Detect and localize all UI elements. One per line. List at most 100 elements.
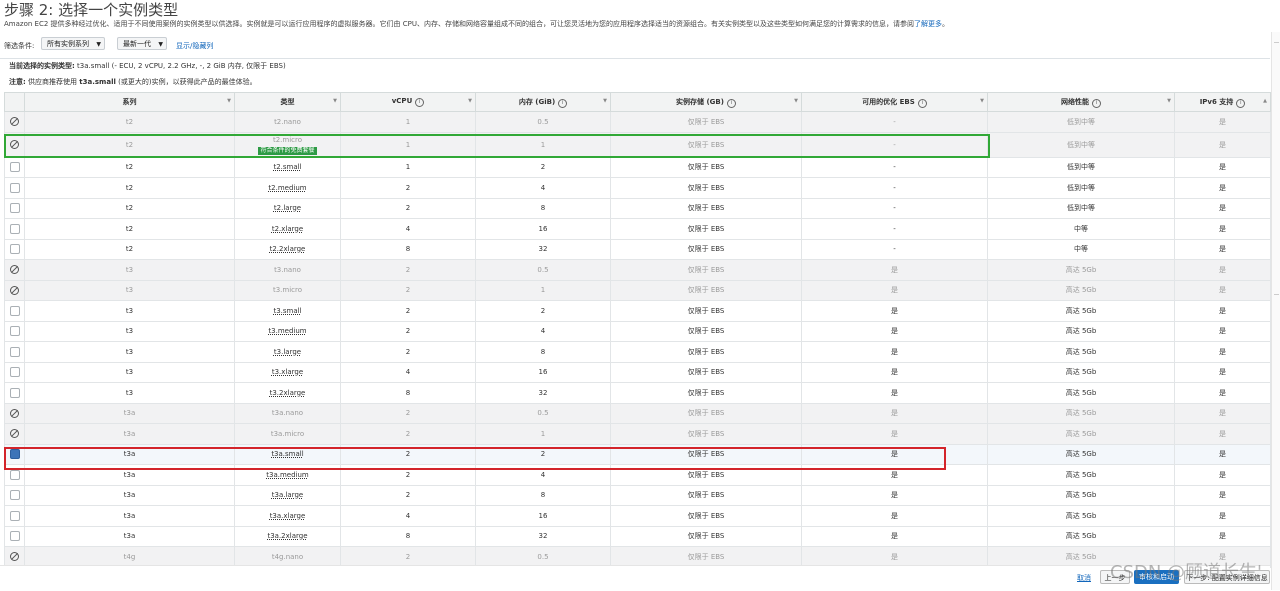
row-selector[interactable] (4, 218, 25, 240)
cell-memory: 16 (475, 361, 611, 383)
row-checkbox[interactable] (9, 469, 20, 480)
table-row[interactable]: t3 t3.large 2 8 仅限于 EBS 是高达 5Gb 是 (4, 341, 1271, 363)
cell-ipv6: 是 (1174, 443, 1271, 465)
row-checkbox[interactable] (9, 510, 20, 521)
column-header-network[interactable]: 网络性能 i ▼ (987, 92, 1175, 112)
table-row[interactable]: t2 t2.xlarge 4 16 仅限于 EBS - 中等是 (4, 218, 1271, 240)
row-selector[interactable] (4, 156, 25, 178)
cell-type: t4g.nano (234, 546, 341, 568)
cell-ipv6: 是 (1174, 320, 1271, 342)
row-checkbox[interactable] (9, 367, 20, 378)
cell-ipv6: 是 (1174, 279, 1271, 301)
row-checkbox[interactable] (9, 326, 20, 337)
description-tail: 。 (941, 20, 949, 28)
row-checkbox[interactable] (9, 182, 20, 193)
cell-ebs: 是 (801, 525, 988, 547)
row-checkbox[interactable] (9, 449, 20, 460)
row-checkbox[interactable] (9, 244, 20, 255)
info-icon[interactable]: i (558, 98, 568, 108)
info-icon[interactable]: i (1236, 98, 1246, 108)
sort-icon: ▲ (1263, 98, 1267, 104)
column-header-memory[interactable]: 内存 (GiB) i ▼ (475, 92, 611, 112)
cell-network: 低到中等 (987, 177, 1175, 199)
info-icon[interactable]: i (1092, 98, 1101, 108)
table-row[interactable]: t3 t3.small 2 2 仅限于 EBS 是高达 5Gb 是 (4, 300, 1271, 322)
row-selector[interactable] (4, 177, 25, 199)
table-row[interactable]: t3a t3a.xlarge 4 16 仅限于 EBS 是高达 5Gb 是 (4, 505, 1271, 527)
row-checkbox[interactable] (9, 305, 20, 316)
cell-storage: 仅限于 EBS (610, 361, 802, 383)
row-selector[interactable] (4, 320, 25, 342)
cell-ipv6: 是 (1174, 341, 1271, 363)
row-selector[interactable] (4, 443, 25, 465)
row-selector[interactable] (4, 525, 25, 547)
unavailable-icon (10, 140, 19, 149)
row-selector[interactable] (4, 382, 25, 404)
cell-type: t3.medium (234, 320, 341, 342)
column-header-storage[interactable]: 实例存储 (GB) i ▼ (610, 92, 802, 112)
row-checkbox[interactable] (9, 387, 20, 398)
row-checkbox[interactable] (9, 490, 20, 501)
row-selector[interactable] (4, 361, 25, 383)
generation-filter-select[interactable]: 最新一代 ▼ (117, 37, 167, 50)
row-selector[interactable] (4, 300, 25, 322)
table-row[interactable]: t3 t3.2xlarge 8 32 仅限于 EBS 是高达 5Gb 是 (4, 382, 1271, 404)
cell-family: t3 (24, 341, 235, 363)
table-row[interactable]: t3 t3.medium 2 4 仅限于 EBS 是高达 5Gb 是 (4, 320, 1271, 342)
info-icon[interactable]: i (726, 98, 736, 108)
row-selector[interactable] (4, 464, 25, 486)
table-row[interactable]: t2 t2.small 1 2 仅限于 EBS - 低到中等是 (4, 156, 1271, 178)
column-header-type[interactable]: 类型 ▼ (234, 92, 341, 112)
row-checkbox[interactable] (9, 203, 20, 214)
cancel-link[interactable]: 取消 (1077, 573, 1091, 583)
info-icon[interactable]: i (415, 98, 425, 107)
column-header-ipv6[interactable]: IPv6 支持 i ▲ (1174, 92, 1271, 112)
vertical-scrollbar[interactable] (1271, 32, 1280, 590)
cell-ebs: 是 (801, 259, 988, 281)
cell-memory: 4 (475, 177, 611, 199)
row-checkbox[interactable] (9, 223, 20, 234)
cell-memory: 8 (475, 484, 611, 506)
row-selector[interactable] (4, 505, 25, 527)
table-row: t3 t3.micro 2 1 仅限于 EBS 是高达 5Gb 是 (4, 279, 1271, 301)
column-header-vcpu[interactable]: vCPU i ▼ (340, 92, 476, 112)
row-checkbox[interactable] (9, 346, 20, 357)
family-filter-select[interactable]: 所有实例系列 ▼ (41, 37, 105, 50)
cell-storage: 仅限于 EBS (610, 443, 802, 465)
table-row[interactable]: t3a t3a.large 2 8 仅限于 EBS 是高达 5Gb 是 (4, 484, 1271, 506)
cell-vcpu: 2 (340, 177, 476, 199)
table-row: t3a t3a.nano 2 0.5 仅限于 EBS 是高达 5Gb 是 (4, 402, 1271, 424)
row-selector[interactable] (4, 238, 25, 260)
row-selector[interactable] (4, 197, 25, 219)
current-selection-value: t3a.small (- ECU, 2 vCPU, 2.2 GHz, -, 2 … (77, 62, 286, 70)
row-selector[interactable] (4, 484, 25, 506)
cell-storage: 仅限于 EBS (610, 525, 802, 547)
note-type: t3a.small (79, 78, 116, 86)
cell-family: t3 (24, 259, 235, 281)
table-row[interactable]: t2 t2.2xlarge 8 32 仅限于 EBS - 中等是 (4, 238, 1271, 260)
info-icon[interactable]: i (917, 98, 927, 108)
row-selector[interactable] (4, 341, 25, 363)
cell-type: t3a.large (234, 484, 341, 506)
column-header-ebs[interactable]: 可用的优化 EBS i ▼ (801, 92, 988, 112)
learn-more-link[interactable]: 了解更多 (914, 20, 942, 28)
table-row[interactable]: t3a t3a.medium 2 4 仅限于 EBS 是高达 5Gb 是 (4, 464, 1271, 486)
row-selector (4, 402, 25, 424)
table-row[interactable]: t2 t2.medium 2 4 仅限于 EBS - 低到中等是 (4, 177, 1271, 199)
unavailable-icon (10, 429, 19, 439)
row-checkbox[interactable] (9, 531, 20, 542)
vendor-note: 注意: 供应商推荐使用 t3a.small (或更大的)实例，以获得此产品的最佳… (9, 77, 257, 87)
table-row[interactable]: t3a t3a.2xlarge 8 32 仅限于 EBS 是高达 5Gb 是 (4, 525, 1271, 547)
table-row[interactable]: t3a t3a.small 2 2 仅限于 EBS 是高达 5Gb 是 (4, 443, 1271, 465)
row-checkbox[interactable] (9, 162, 20, 173)
column-header-family[interactable]: 系列 ▼ (24, 92, 235, 112)
cell-ebs: - (801, 131, 988, 158)
toggle-columns-link[interactable]: 显示/隐藏列 (176, 41, 213, 51)
cell-memory: 1 (475, 131, 611, 158)
cell-vcpu: 1 (340, 131, 476, 158)
table-row[interactable]: t2 t2.large 2 8 仅限于 EBS - 低到中等是 (4, 197, 1271, 219)
table-row[interactable]: t3 t3.xlarge 4 16 仅限于 EBS 是高达 5Gb 是 (4, 361, 1271, 383)
cell-storage: 仅限于 EBS (610, 156, 802, 178)
cell-family: t2 (24, 156, 235, 178)
cell-network: 低到中等 (987, 111, 1175, 133)
